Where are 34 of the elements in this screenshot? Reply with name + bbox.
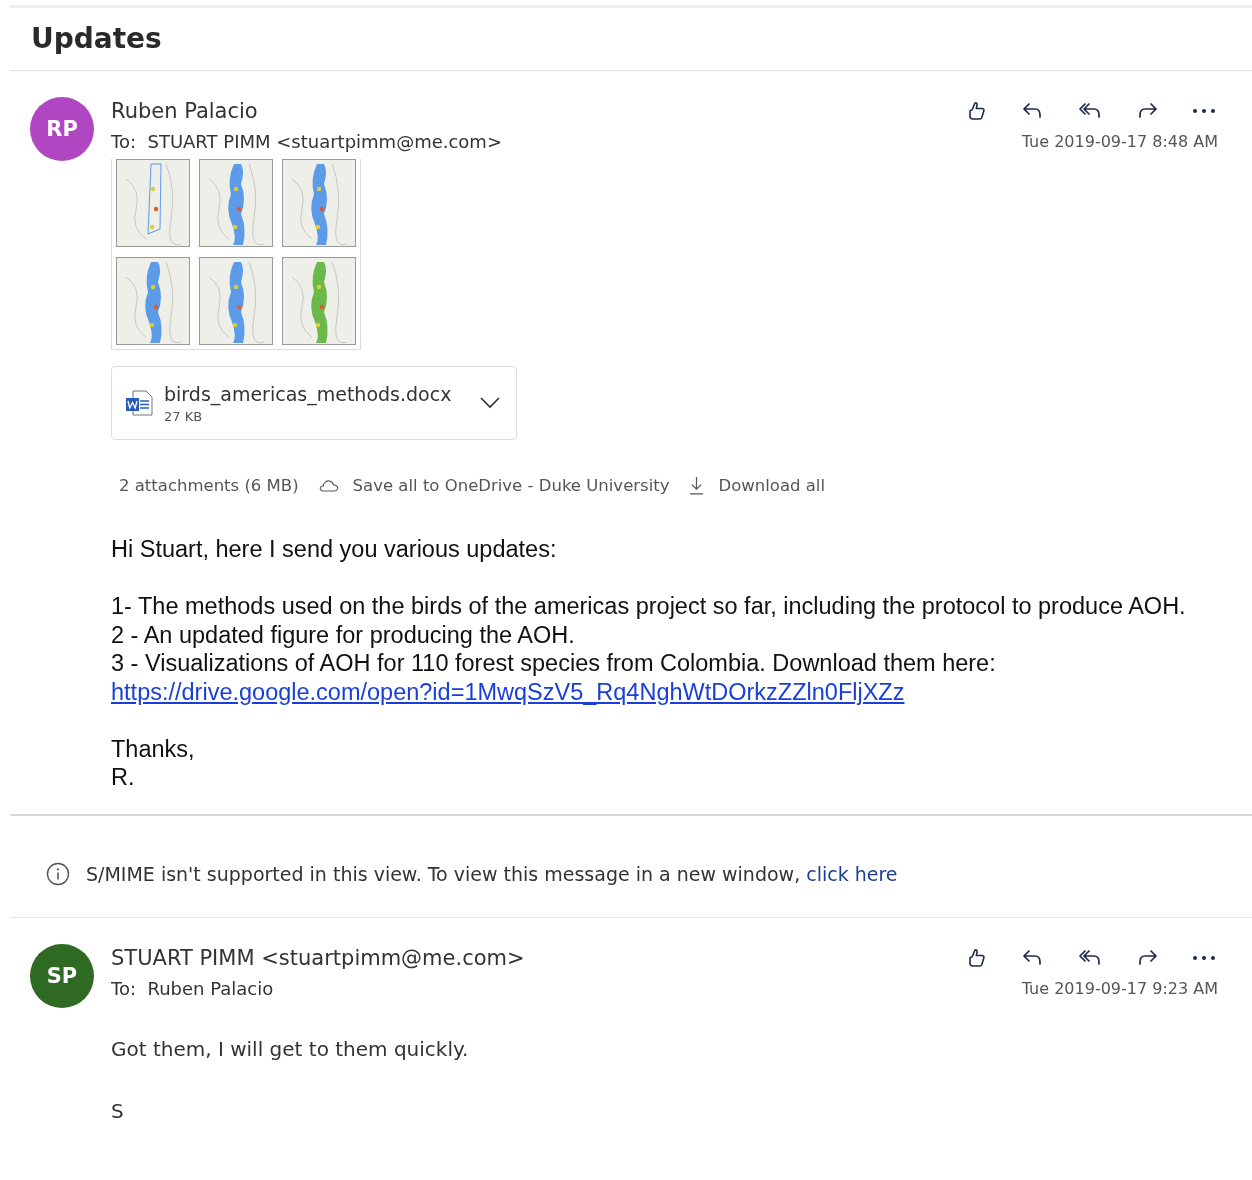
word-document-icon	[124, 388, 154, 418]
more-icon[interactable]	[1192, 107, 1216, 115]
message-date: Tue 2019-09-17 8:48 AM	[1021, 131, 1218, 153]
map-figure-drawing[interactable]	[111, 159, 361, 350]
recipient-line: To: STUART PIMM <stuartpimm@me.com>	[111, 130, 502, 154]
sender-name: STUART PIMM <stuartpimm@me.com>	[111, 944, 525, 972]
more-icon[interactable]	[1192, 953, 1216, 962]
body-text: Thanks,	[111, 734, 196, 763]
reply-text: Got them, I will get to them quickly.	[111, 1035, 470, 1063]
file-name: birds_americas_methods.docx	[164, 382, 453, 405]
sender-name: Ruben Palacio	[111, 98, 259, 125]
smime-notice: S/MIME isn't supported in this view. To view this message in a new window, click here	[86, 862, 898, 885]
body-text: 1- The methods used on the birds of the americas project so far, including the protocol to produce AOH.	[111, 592, 1187, 621]
save-all-onedrive-button[interactable]: Save all to OneDrive - Duke University	[352, 476, 670, 495]
attachments-summary: 2 attachments (6 MB)	[119, 476, 299, 495]
reply-text: S	[111, 1097, 125, 1125]
body-text: 3 - Visualizations of AOH for 110 forest species from Colombia. Download them here:	[111, 649, 997, 678]
thread-title: Updates	[30, 21, 163, 57]
info-icon	[46, 861, 70, 886]
chevron-down-icon[interactable]	[480, 397, 500, 409]
download-icon	[689, 476, 705, 495]
body-text: Hi Stuart, here I send you various updates:	[111, 535, 558, 564]
recipient-line: To: Ruben Palacio	[111, 976, 275, 1001]
body-text: R.	[111, 763, 136, 792]
attachment-card[interactable]: birds_americas_methods.docx 27 KB	[111, 366, 517, 440]
message-date: Tue 2019-09-17 9:23 AM	[1021, 977, 1218, 1000]
file-size: 27 KB	[164, 408, 204, 424]
avatar: SP	[30, 943, 94, 1008]
cloud-icon	[318, 479, 339, 492]
click-here-link[interactable]: click here	[806, 862, 898, 885]
body-text: 2 - An updated figure for producing the AOH.	[111, 620, 576, 649]
download-all-button[interactable]: Download all	[718, 476, 826, 495]
drive-link[interactable]: https://drive.google.com/open?id=1MwqSzV5_Rq4NghWtDOrkzZZln0FljXZz	[111, 678, 905, 705]
avatar: RP	[30, 97, 94, 161]
